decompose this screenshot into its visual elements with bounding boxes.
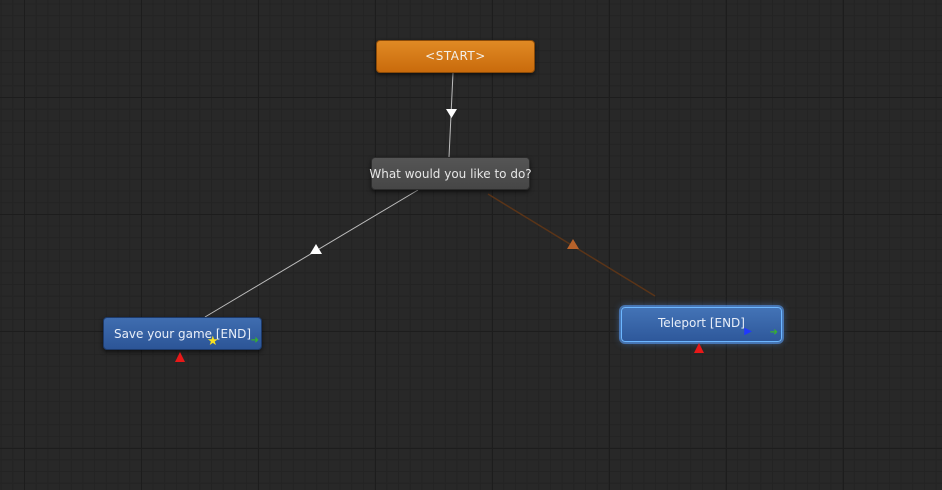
input-marker-icon[interactable]: [175, 352, 185, 362]
dialogue-graph-canvas[interactable]: <START> What would you like to do? Save …: [0, 0, 942, 490]
save-game-node-label: Save your game [END]: [113, 326, 252, 341]
input-marker-icon[interactable]: [694, 343, 704, 353]
play-icon: ▶: [744, 326, 752, 337]
start-node[interactable]: <START>: [376, 40, 535, 73]
teleport-node[interactable]: Teleport [END] ▶ ➜: [621, 307, 782, 342]
out-arrow-icon[interactable]: ➜: [251, 336, 259, 346]
question-node[interactable]: What would you like to do?: [369, 157, 532, 190]
connections-layer: [204, 72, 656, 318]
connection-arrow-question-to-save: [310, 244, 322, 254]
out-arrow-icon[interactable]: ➜: [770, 328, 778, 338]
start-node-label: <START>: [425, 49, 486, 63]
save-game-node[interactable]: Save your game [END] ★ ➜: [103, 317, 262, 350]
teleport-node-label: Teleport [END]: [658, 316, 745, 330]
question-node-label: What would you like to do?: [369, 166, 532, 181]
connection-arrow-start-to-question: [446, 109, 457, 118]
star-icon: ★: [207, 334, 219, 349]
